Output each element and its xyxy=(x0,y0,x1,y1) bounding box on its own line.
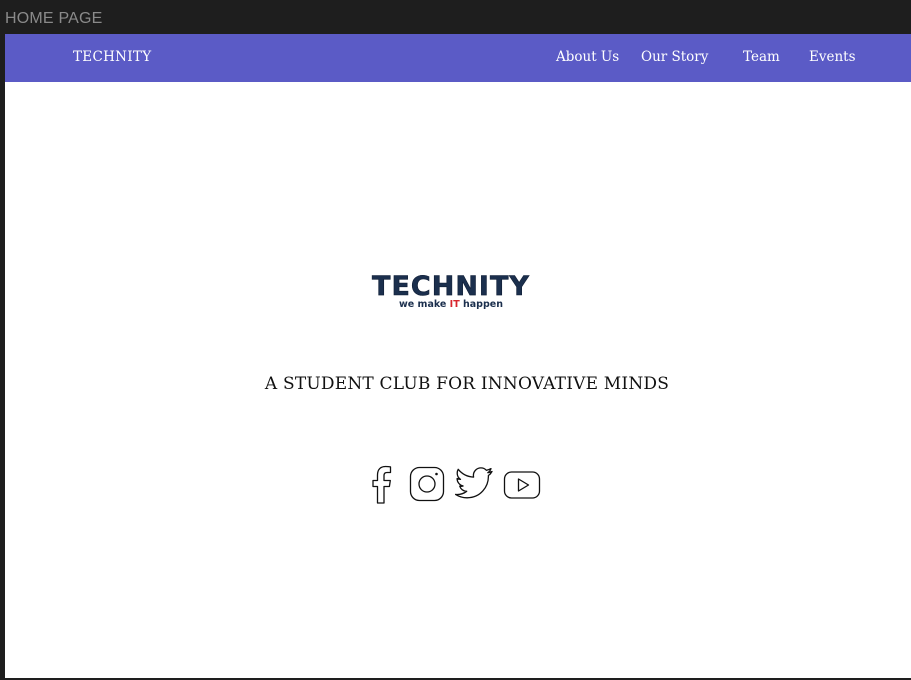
window-title: HOME PAGE xyxy=(5,10,103,27)
nav-about-us[interactable]: About Us xyxy=(556,49,619,65)
page-frame: TECHNITY About Us Our Story Team Events … xyxy=(5,34,911,678)
hero-headline: A STUDENT CLUB FOR INNOVATIVE MINDS xyxy=(264,374,670,394)
twitter-icon[interactable] xyxy=(454,462,494,506)
nav-events[interactable]: Events xyxy=(809,49,856,65)
technity-logo: TECHNITY we make IT happen xyxy=(360,271,542,314)
logo-tagline: we make IT happen xyxy=(360,299,542,310)
logo-wordmark: TECHNITY xyxy=(372,271,530,302)
facebook-icon[interactable] xyxy=(362,462,402,506)
youtube-icon[interactable] xyxy=(502,462,542,506)
navbar: TECHNITY About Us Our Story Team Events xyxy=(5,34,911,82)
logo-tagline-start: we make xyxy=(399,299,450,310)
nav-team[interactable]: Team xyxy=(743,49,780,65)
nav-our-story[interactable]: Our Story xyxy=(641,49,708,65)
brand-link[interactable]: TECHNITY xyxy=(73,49,151,65)
instagram-icon[interactable] xyxy=(407,462,447,506)
logo-tagline-accent: IT xyxy=(449,299,460,310)
logo-tagline-end: happen xyxy=(459,299,503,310)
